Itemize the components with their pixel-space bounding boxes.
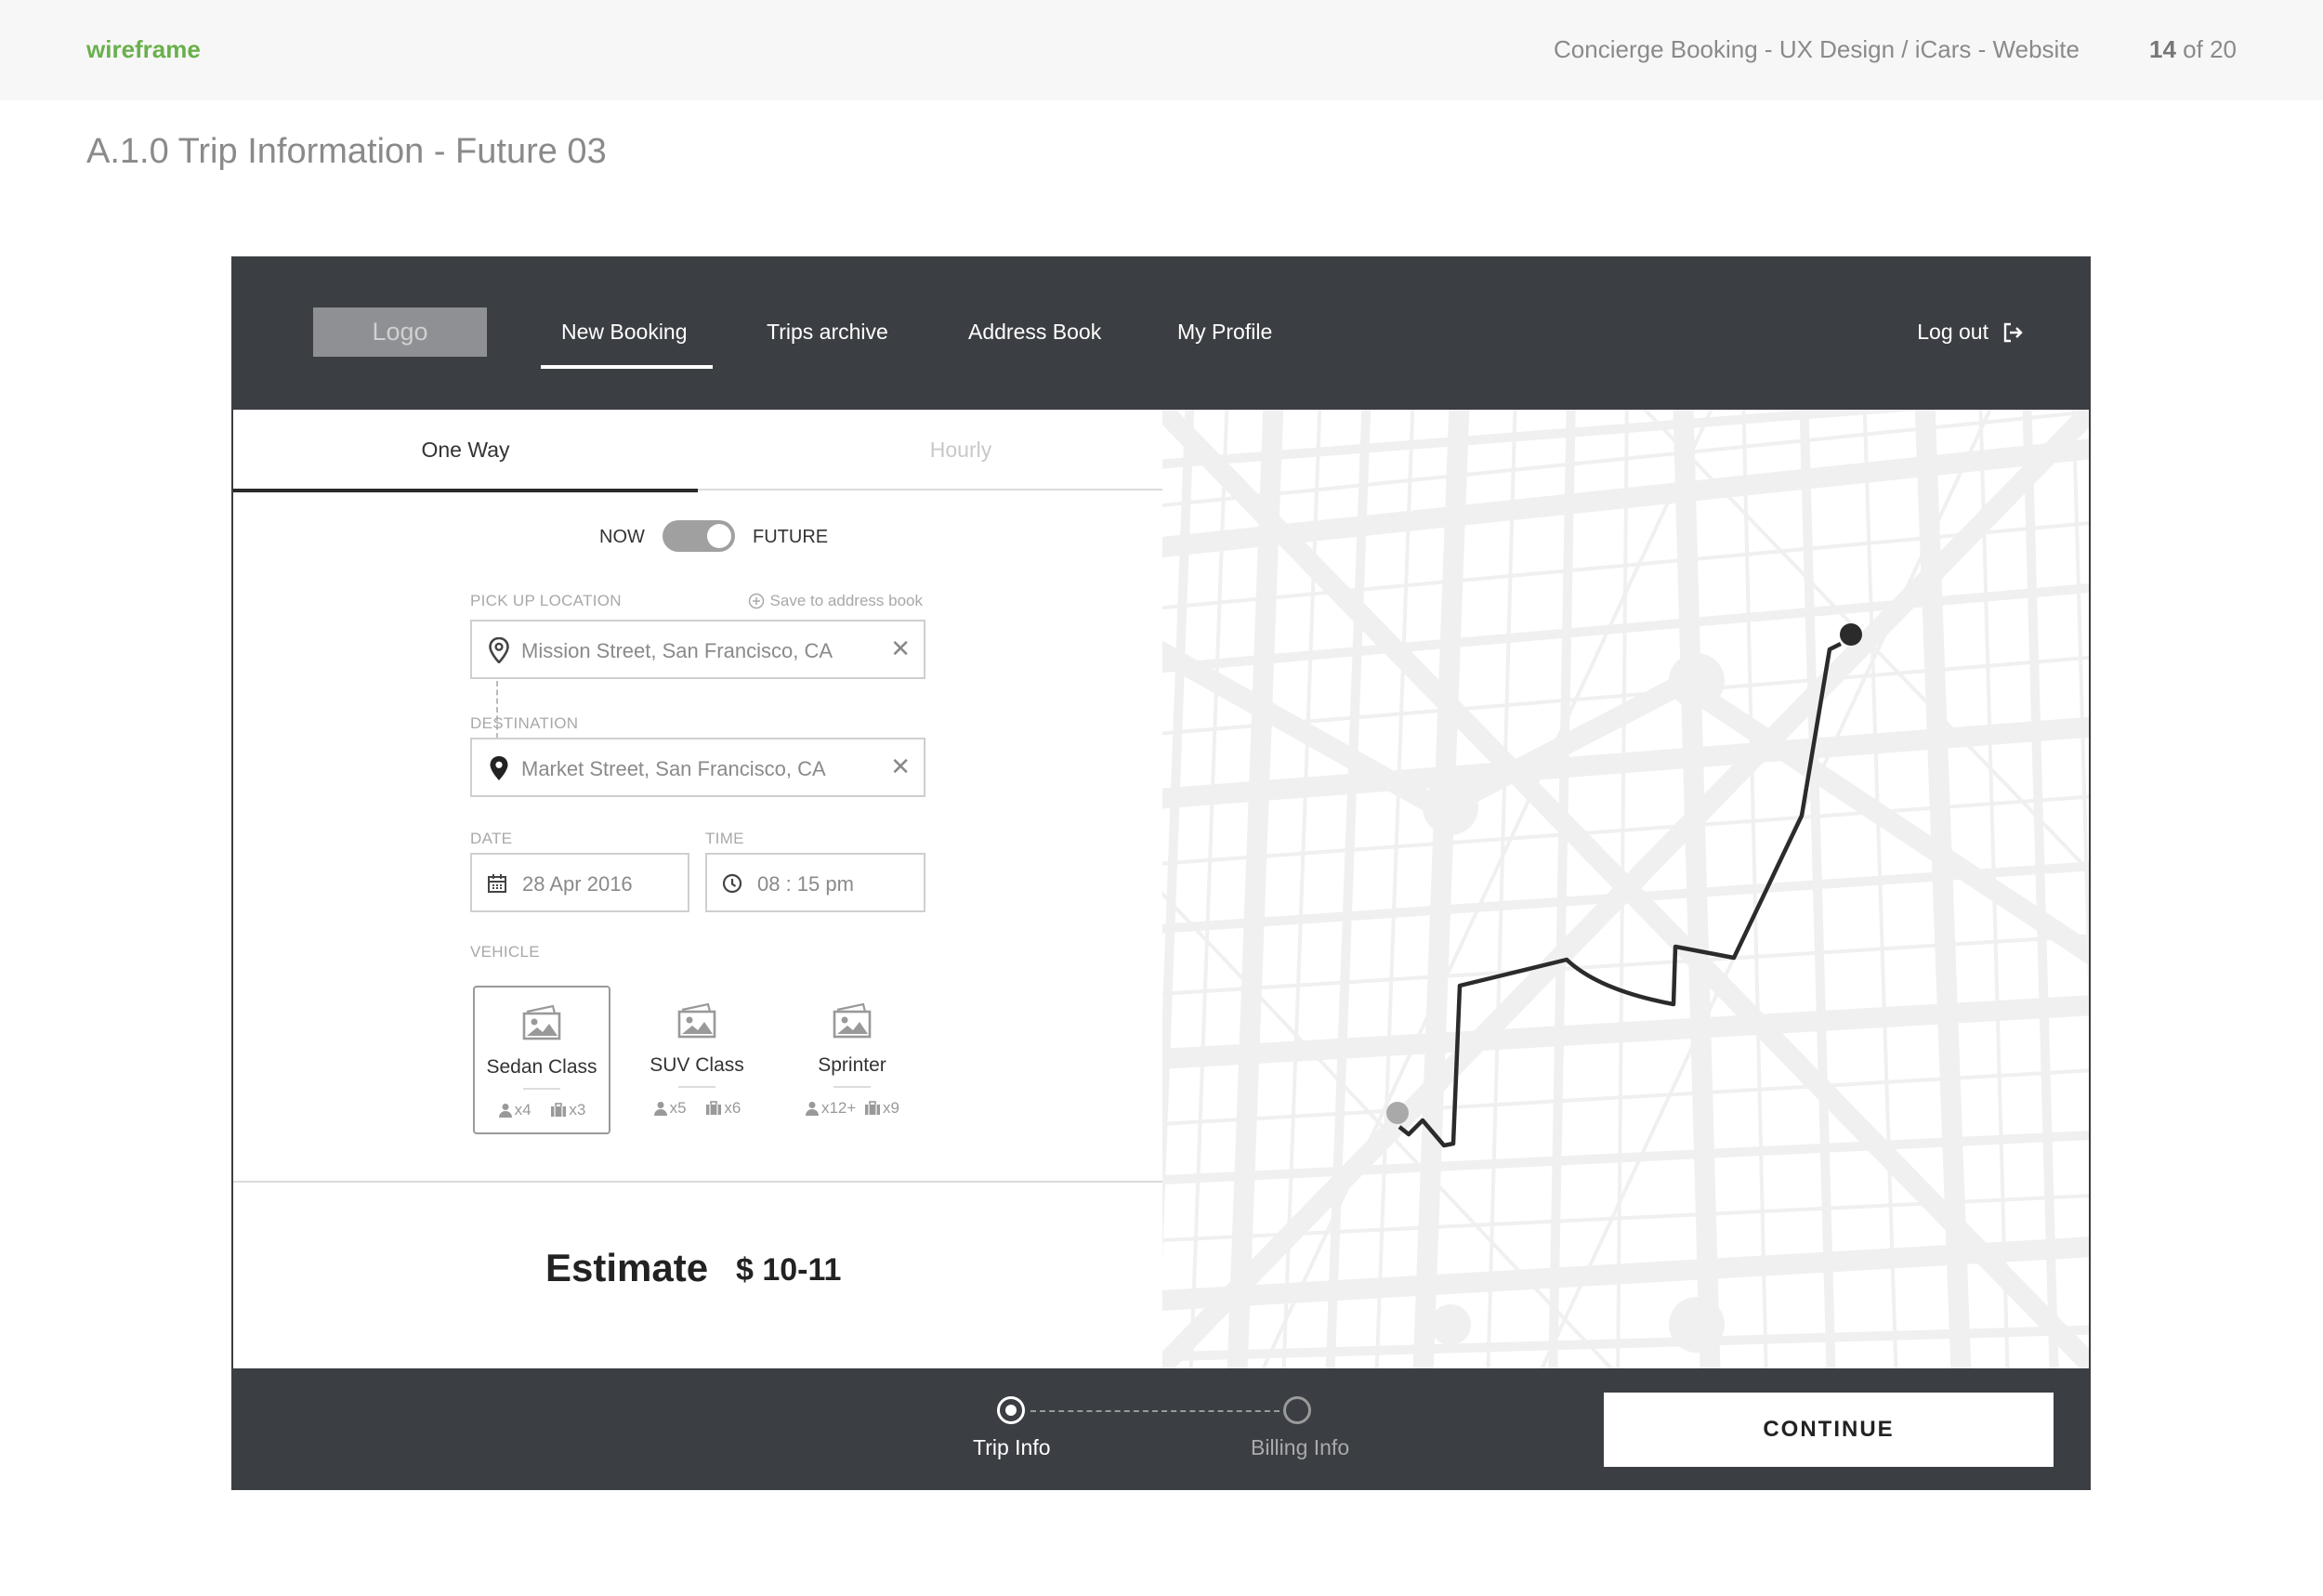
doc-project-title: Concierge Booking - UX Design / iCars - … — [1554, 35, 2080, 63]
route-map[interactable] — [1162, 410, 2089, 1368]
logout-icon — [2003, 322, 2023, 342]
pickup-value: Mission Street, San Francisco, CA — [521, 639, 833, 662]
luggage-icon — [865, 1101, 881, 1115]
destination-value: Market Street, San Francisco, CA — [521, 757, 826, 780]
destination-input[interactable]: Market Street, San Francisco, CA ✕ — [470, 738, 925, 797]
close-icon[interactable]: ✕ — [890, 634, 911, 662]
time-input[interactable]: 08 : 15 pm — [705, 853, 925, 912]
now-future-toggle-row: NOW FUTURE — [233, 518, 1162, 556]
vehicle-divider — [678, 1086, 715, 1088]
luggage-icon — [706, 1101, 722, 1115]
tab-hourly[interactable]: Hourly — [728, 410, 1193, 491]
logo[interactable]: Logo — [313, 307, 487, 357]
vehicle-name: Sedan Class — [486, 1056, 597, 1078]
toggle-now-label: NOW — [599, 527, 645, 547]
nav-address-book[interactable]: Address Book — [968, 320, 1101, 345]
trip-type-tabs: One Way Hourly — [233, 410, 1162, 492]
image-icon — [677, 1002, 716, 1039]
nav-new-booking[interactable]: New Booking — [541, 320, 712, 369]
close-icon[interactable]: ✕ — [890, 752, 911, 780]
passenger-capacity: x4 — [498, 1101, 532, 1119]
bag-count: x9 — [883, 1099, 900, 1117]
booking-app: Logo New Booking Trips archive Address B… — [231, 256, 2091, 1490]
save-to-address-book-link[interactable]: Save to address book — [748, 592, 923, 610]
toggle-future-label: FUTURE — [753, 527, 829, 547]
vehicle-divider — [833, 1086, 871, 1088]
luggage-capacity: x9 — [864, 1099, 899, 1118]
date-input[interactable]: 28 Apr 2016 — [470, 853, 689, 912]
estimate-divider — [233, 1181, 1162, 1183]
now-future-toggle[interactable] — [663, 520, 735, 552]
clock-icon — [722, 873, 742, 894]
step-progress-line — [1030, 1410, 1280, 1412]
bottom-bar: Trip Info Billing Info CONTINUE — [233, 1368, 2089, 1488]
step-trip-info-indicator[interactable] — [997, 1396, 1025, 1424]
destination-label: DESTINATION — [470, 714, 579, 732]
passenger-count: x4 — [514, 1101, 532, 1119]
luggage-icon — [551, 1103, 567, 1117]
map-canvas — [1162, 410, 2089, 1368]
time-value: 08 : 15 pm — [757, 872, 854, 896]
plus-circle-icon — [748, 593, 764, 609]
doc-page-counter: 14 of 20 — [2149, 35, 2237, 64]
vehicle-name: Sprinter — [818, 1054, 886, 1076]
page-sep: of — [2175, 35, 2211, 63]
vehicle-option-suv[interactable]: SUV Class x5 x6 — [628, 986, 766, 1134]
doc-header: wireframe Concierge Booking - UX Design … — [0, 0, 2323, 100]
nav-trips-archive[interactable]: Trips archive — [767, 320, 888, 345]
person-icon — [498, 1104, 512, 1118]
passenger-capacity: x5 — [653, 1099, 687, 1118]
location-pin-icon — [490, 756, 508, 780]
passenger-capacity: x12+ — [805, 1099, 856, 1118]
logout-label: Log out — [1917, 320, 1988, 344]
image-icon — [833, 1002, 872, 1039]
step-trip-info-label: Trip Info — [973, 1435, 1051, 1459]
location-pin-icon — [489, 637, 509, 663]
pickup-label: PICK UP LOCATION — [470, 592, 622, 609]
vehicle-option-sprinter[interactable]: Sprinter x12+ x9 — [783, 986, 921, 1134]
nav-my-profile[interactable]: My Profile — [1177, 320, 1272, 345]
bag-count: x6 — [724, 1099, 742, 1117]
save-link-label: Save to address book — [769, 592, 923, 609]
vehicle-label: VEHICLE — [470, 943, 540, 961]
logout-button[interactable]: Log out — [1917, 320, 2024, 345]
bag-count: x3 — [569, 1101, 586, 1119]
step-billing-info-label: Billing Info — [1251, 1435, 1350, 1459]
time-label: TIME — [705, 830, 744, 847]
luggage-capacity: x3 — [550, 1101, 585, 1119]
continue-button[interactable]: CONTINUE — [1604, 1393, 2054, 1467]
passenger-count: x12+ — [820, 1099, 857, 1117]
vehicle-capacity: x12+ x9 — [783, 1099, 921, 1120]
person-icon — [805, 1102, 819, 1116]
vehicle-capacity: x5 x6 — [628, 1099, 766, 1120]
date-label: DATE — [470, 830, 513, 847]
person-icon — [653, 1102, 667, 1116]
page-current: 14 — [2149, 35, 2176, 63]
destination-marker — [1840, 623, 1862, 646]
luggage-capacity: x6 — [705, 1099, 741, 1118]
vehicle-divider — [523, 1088, 560, 1090]
pickup-input[interactable]: Mission Street, San Francisco, CA ✕ — [470, 620, 925, 679]
passenger-count: x5 — [669, 1099, 687, 1117]
vehicle-name: SUV Class — [650, 1054, 744, 1076]
vehicle-option-sedan[interactable]: Sedan Class x4 x3 — [473, 986, 610, 1134]
top-nav: Logo New Booking Trips archive Address B… — [233, 258, 2089, 410]
calendar-icon — [488, 874, 506, 893]
vehicle-capacity: x4 x3 — [475, 1101, 609, 1122]
doc-screen-title: A.1.0 Trip Information - Future 03 — [86, 132, 607, 171]
toggle-knob — [707, 524, 731, 548]
step-billing-info-indicator[interactable] — [1283, 1396, 1311, 1424]
image-icon — [522, 1004, 561, 1040]
date-value: 28 Apr 2016 — [522, 872, 633, 896]
page-total: 20 — [2210, 35, 2237, 63]
trip-form-panel: One Way Hourly NOW FUTURE PICK UP LOCATI… — [233, 410, 1162, 1368]
estimate-label: Estimate — [545, 1246, 709, 1289]
doc-brand: wireframe — [86, 35, 201, 63]
tab-one-way[interactable]: One Way — [233, 410, 698, 492]
estimate-value: $ 10-11 — [736, 1252, 842, 1288]
start-marker — [1386, 1102, 1409, 1124]
